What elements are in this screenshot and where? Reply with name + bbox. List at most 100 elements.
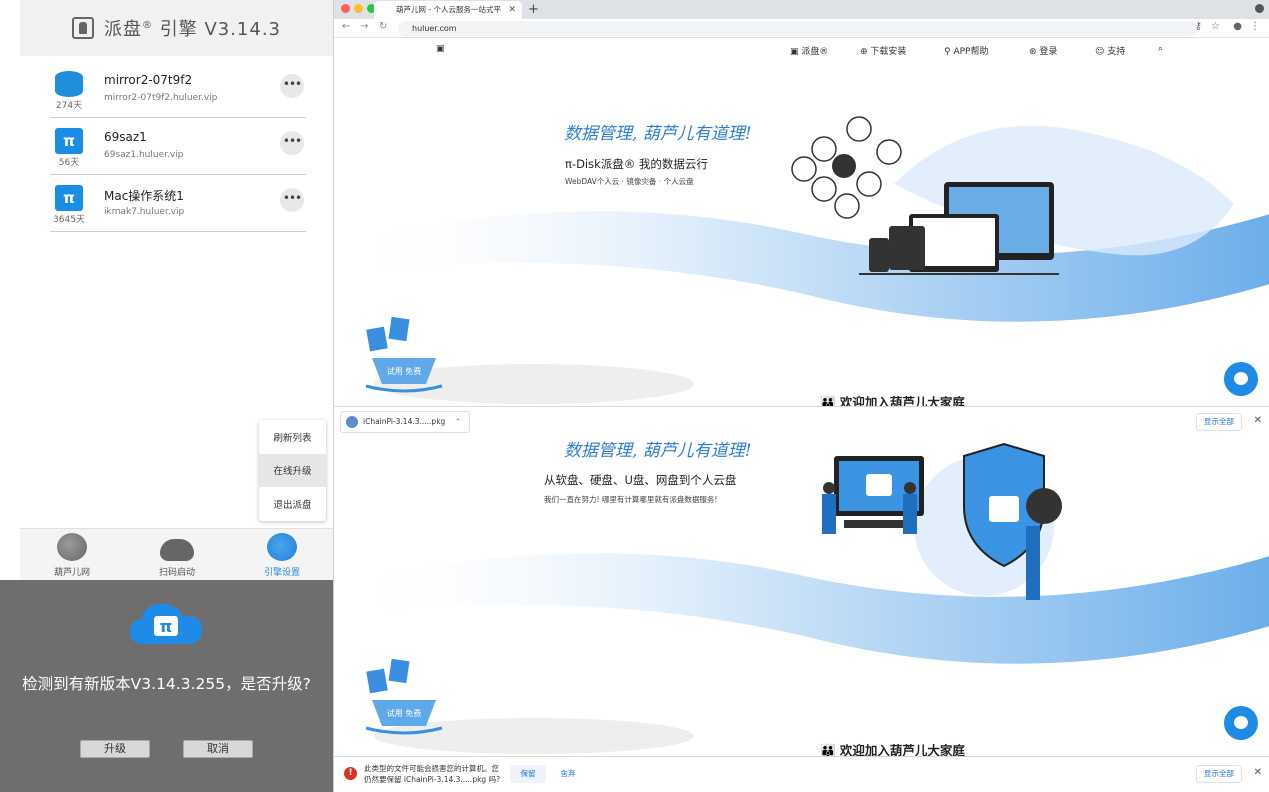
bookmark-star-icon[interactable]: ☆ [1211, 21, 1220, 32]
url-text: huluer.com [412, 24, 457, 33]
server-days: 274天 [55, 101, 83, 111]
browser-tab[interactable]: 葫芦儿网 - 个人云服务一站式平 ✕ [374, 1, 522, 19]
login-icon: ⊛ [1029, 47, 1040, 57]
server-host: ikmak7.huluer.vip [104, 207, 185, 217]
hero-subtitle: 我们一直在努力! 哪里有计算哪里就有派盘数据服务! [544, 495, 718, 504]
nav-label: 下载安装 [870, 47, 907, 57]
nav-paipan[interactable]: ▣ 派盘® [790, 44, 828, 57]
pi-nav-icon: ▣ [790, 47, 802, 57]
tab-label: 扫码启动 [158, 568, 195, 578]
download-icon: ⊕ [860, 47, 871, 57]
join-family-heading: 👪 欢迎加入葫芦儿大家庭 [820, 392, 965, 406]
globe-icon [57, 533, 87, 561]
download-filename: iChainPi-3.14.3.....pkg [363, 417, 446, 426]
reload-icon[interactable]: ↻ [379, 21, 387, 32]
support-icon: ☺ [1095, 47, 1108, 57]
svg-text:试用 免费: 试用 免费 [387, 708, 422, 718]
bottom-tabbar: 葫芦儿网 扫码启动 引擎设置 [20, 528, 333, 580]
nav-app-help[interactable]: ⚲ APP帮助 [944, 44, 988, 57]
nav-label: APP帮助 [953, 47, 989, 57]
app-logo-icon [71, 17, 94, 39]
hero-subtitle: WebDAV个人云 · 镜像灾备 · 个人云盘 [565, 177, 694, 186]
pi-disk-icon: π [55, 185, 83, 211]
devices-illustration [791, 116, 1059, 275]
join-family-heading: 👪 欢迎加入葫芦儿大家庭 [820, 743, 965, 756]
warning-icon: ! [344, 767, 357, 780]
server-days: 56天 [58, 158, 80, 168]
server-name: mirror2-07t9f2 [104, 73, 193, 87]
nav-login[interactable]: ⊛ 登录 [1029, 44, 1057, 57]
download-item[interactable]: iChainPi-3.14.3.....pkg ⌃ [340, 411, 470, 433]
tab-scan-start[interactable]: 扫码启动 [132, 531, 222, 581]
hero-title: 从软盘、硬盘、U盘、网盘到个人云盘 [544, 473, 737, 487]
close-window-icon[interactable] [341, 4, 350, 13]
address-bar: ← → ↻ huluer.com ⚷ ☆ ● ⋮ [334, 19, 1269, 38]
key-icon[interactable]: ⚷ [1195, 21, 1202, 32]
pi-cloud-logo-icon: π [130, 604, 202, 644]
svg-text:π: π [160, 617, 173, 636]
users-gear-icon [267, 533, 297, 561]
tab-title: 葫芦儿网 - 个人云服务一站式平 [396, 5, 501, 14]
more-menu-icon[interactable]: ⋮ [1250, 21, 1260, 32]
download-warning-bar: ! 此类型的文件可能会损害您的计算机。您 仍然要保留 iChainPi-3.14… [334, 756, 1269, 792]
hero-slogan: 数据管理, 葫芦儿有道理! [564, 124, 752, 144]
tab-label: 引擎设置 [263, 568, 300, 578]
free-trial-badge: 试用 免费 [365, 658, 443, 735]
tab-engine-settings[interactable]: 引擎设置 [237, 531, 327, 581]
server-item[interactable]: 274天 mirror2-07t9f2 mirror2-07t9f2.hulue… [50, 61, 306, 118]
forward-icon[interactable]: → [360, 21, 368, 32]
free-trial-badge: 试用 免费 [365, 316, 443, 393]
browser-menu-icon[interactable] [1255, 4, 1264, 13]
url-input[interactable]: huluer.com [398, 21, 1198, 36]
search-icon[interactable]: ⌕ [1158, 44, 1163, 54]
engine-settings-menu: 刷新列表 在线升级 退出派盘 [259, 420, 326, 521]
package-icon [346, 416, 358, 428]
site-logo-icon[interactable]: ▣ [436, 44, 445, 54]
more-options-button[interactable]: ••• [280, 131, 304, 155]
more-options-button[interactable]: ••• [280, 188, 304, 212]
server-item[interactable]: π 56天 69saz1 69saz1.huluer.vip ••• [50, 118, 306, 175]
server-host: mirror2-07t9f2.huluer.vip [104, 93, 218, 103]
nav-download[interactable]: ⊕ 下载安装 [860, 44, 906, 57]
minimize-window-icon[interactable] [354, 4, 363, 13]
family-icon: 👪 [820, 743, 840, 756]
close-download-bar-icon[interactable]: ✕ [1254, 767, 1262, 778]
cancel-button[interactable]: 取消 [183, 740, 253, 758]
database-icon [55, 71, 83, 97]
nav-label: 支持 [1107, 47, 1126, 57]
download-bar: iChainPi-3.14.3.....pkg ⌃ 显示全部 ✕ [334, 406, 1269, 436]
show-all-downloads-button[interactable]: 显示全部 [1196, 413, 1242, 431]
svg-text:试用 免费: 试用 免费 [387, 366, 422, 376]
chat-button[interactable] [1224, 706, 1258, 740]
discard-button[interactable]: 舍弃 [550, 765, 586, 783]
server-item[interactable]: π 3645天 Mac操作系统1 ikmak7.huluer.vip ••• [50, 175, 306, 232]
keep-button[interactable]: 保留 [510, 765, 546, 783]
nav-label: 派盘® [801, 47, 829, 57]
chat-button[interactable] [1224, 362, 1258, 396]
paipan-engine-window: 派盘® 引擎 V3.14.3 274天 mirror2-07t9f2 mirro… [0, 0, 333, 792]
tab-label: 葫芦儿网 [53, 568, 90, 578]
browser-tabstrip: 葫芦儿网 - 个人云服务一站式平 ✕ + [334, 0, 1269, 19]
server-host: 69saz1.huluer.vip [104, 150, 184, 160]
update-message: 检测到有新版本V3.14.3.255，是否升级? [22, 675, 311, 693]
menu-item-online-upgrade[interactable]: 在线升级 [259, 453, 326, 488]
nav-support[interactable]: ☺ 支持 [1095, 44, 1125, 57]
more-options-button[interactable]: ••• [280, 74, 304, 98]
menu-item-refresh-list[interactable]: 刷新列表 [259, 420, 326, 454]
profile-avatar-icon[interactable]: ● [1233, 21, 1242, 32]
tab-huluer[interactable]: 葫芦儿网 [27, 531, 117, 581]
chevron-up-icon[interactable]: ⌃ [455, 412, 461, 432]
back-icon[interactable]: ← [342, 21, 350, 32]
app-header: 派盘® 引擎 V3.14.3 [20, 0, 333, 56]
family-icon: 👪 [820, 395, 840, 406]
show-all-downloads-button[interactable]: 显示全部 [1196, 765, 1242, 783]
close-download-bar-icon[interactable]: ✕ [1254, 415, 1262, 426]
menu-item-exit[interactable]: 退出派盘 [259, 487, 326, 521]
upgrade-button[interactable]: 升级 [80, 740, 150, 758]
server-name: 69saz1 [104, 130, 147, 144]
hero-title: π-Disk派盘® 我的数据云行 [565, 157, 708, 171]
new-tab-icon[interactable]: + [528, 0, 539, 19]
browser-window: 葫芦儿网 - 个人云服务一站式平 ✕ + ← → ↻ huluer.com ⚷ … [333, 0, 1269, 792]
close-tab-icon[interactable]: ✕ [508, 1, 516, 19]
server-days: 3645天 [53, 215, 85, 225]
